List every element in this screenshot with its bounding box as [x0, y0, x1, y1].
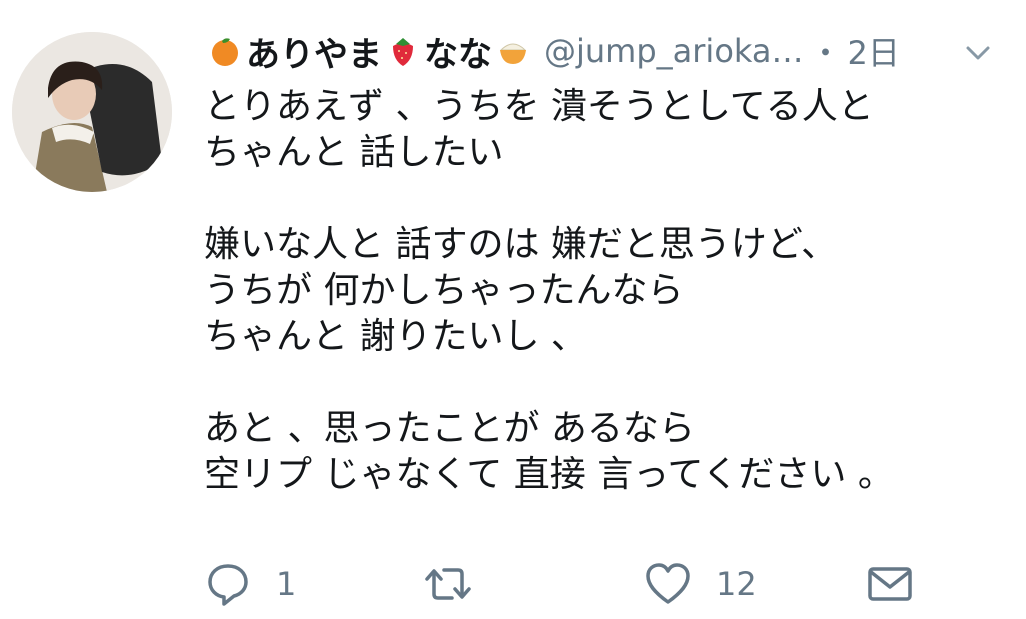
tweet-text-line: 嫌いな人と 話すのは 嫌だと思うけど、 [204, 224, 838, 265]
reply-icon [208, 564, 248, 606]
tweet-text-line: とりあえず 、うちを 潰そうとしてる人と [204, 86, 874, 127]
tweet-actions: 1 12 [200, 556, 920, 612]
envelope-icon [868, 567, 912, 601]
retweet-icon [425, 568, 471, 600]
tweet-text-line: ちゃんと 話したい [204, 132, 504, 173]
tweet-text-line: うちが 何かしちゃったんなら [204, 270, 684, 311]
tangerine-icon [212, 38, 238, 66]
tweet-text-line: あと 、思ったことが あるなら [204, 408, 695, 449]
display-name-part2[interactable]: なな [424, 27, 492, 76]
avatar-photo [12, 32, 172, 192]
strawberry-icon [393, 38, 413, 66]
like-button[interactable]: 12 [644, 556, 757, 612]
tweet-header: ありやま なな @jump_arioka… ・ 2日 [204, 27, 994, 76]
heart-icon [646, 563, 690, 604]
user-handle[interactable]: @jump_arioka… [544, 32, 803, 70]
separator-dot: ・ [809, 34, 842, 72]
tweet-text-line: ちゃんと 謝りたいし 、 [204, 316, 587, 357]
chevron-down-icon[interactable] [962, 36, 994, 68]
retweet-button[interactable] [424, 556, 496, 612]
direct-message-button[interactable] [866, 556, 914, 612]
like-count: 12 [716, 565, 757, 603]
reply-count: 1 [276, 565, 297, 603]
display-name-part1[interactable]: ありやま [246, 27, 382, 76]
reply-button[interactable]: 1 [204, 556, 296, 612]
tweet-text: とりあえず 、うちを 潰そうとしてる人と ちゃんと 話したい 嫌いな人と 話すの… [204, 84, 1004, 498]
avatar[interactable] [12, 32, 172, 192]
tweet-text-line: 空リプ じゃなくて 直接 言ってください 。 [204, 454, 894, 495]
tweet-timestamp[interactable]: 2日 [847, 28, 899, 74]
rice-bowl-icon [499, 43, 527, 64]
